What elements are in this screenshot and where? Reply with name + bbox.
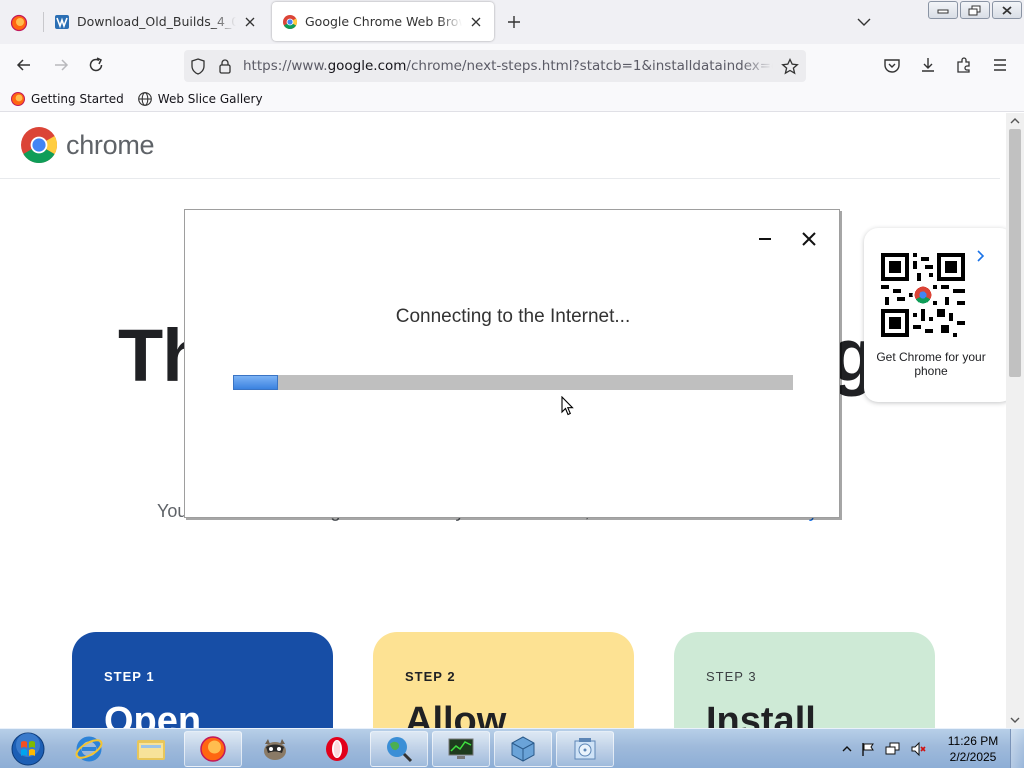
restore-window-button[interactable] xyxy=(960,1,990,19)
folder-icon xyxy=(137,740,165,760)
cube-icon xyxy=(511,736,535,762)
step-number: STEP 3 xyxy=(706,669,757,684)
tab-title: Download_Old_Builds_4_0 – OnWorks xyxy=(77,14,236,29)
shield-icon[interactable] xyxy=(190,58,206,75)
new-tab-icon[interactable] xyxy=(504,12,524,32)
step-card-2: STEP 2 Allow xyxy=(373,632,634,728)
header-divider xyxy=(0,178,1000,179)
bookmark-label: Getting Started xyxy=(31,91,124,106)
bookmark-label: Web Slice Gallery xyxy=(157,91,263,106)
taskbar-opera[interactable] xyxy=(308,731,366,767)
close-window-icon xyxy=(1002,5,1012,15)
logo-wordmark: chrome xyxy=(66,129,155,160)
taskbar-clock[interactable]: 11:26 PM 2/2/2025 xyxy=(940,733,1006,765)
minimize-icon xyxy=(937,9,949,14)
installer-icon xyxy=(574,738,596,760)
windows-taskbar: 11:26 PM 2/2/2025 xyxy=(0,728,1024,768)
progress-bar xyxy=(233,375,793,390)
chrome-logo-icon xyxy=(21,127,58,164)
mouse-cursor-icon xyxy=(561,396,574,416)
scrollbar-thumb[interactable] xyxy=(1009,129,1021,377)
tab-strip: Download_Old_Builds_4_0 – OnWorks Google… xyxy=(0,0,1024,44)
minimize-dialog-icon[interactable] xyxy=(757,230,773,246)
forward-icon[interactable] xyxy=(51,55,71,75)
step-number: STEP 1 xyxy=(104,669,155,684)
taskbar-system-monitor[interactable] xyxy=(432,731,490,767)
extensions-icon[interactable] xyxy=(954,55,974,75)
scroll-down-icon[interactable] xyxy=(1010,716,1020,724)
raccoon-icon xyxy=(264,739,286,760)
taskbar-installer[interactable] xyxy=(556,731,614,767)
progress-fill xyxy=(233,375,278,390)
globe-icon xyxy=(137,91,152,106)
chevron-right-icon[interactable] xyxy=(976,249,986,263)
downloads-icon[interactable] xyxy=(918,55,938,75)
clock-date: 2/2/2025 xyxy=(949,750,997,764)
monitor-chart-icon xyxy=(448,738,474,759)
taskbar-file-explorer[interactable] xyxy=(122,731,180,767)
step-card-3: STEP 3 Install xyxy=(674,632,935,728)
network-icon[interactable] xyxy=(884,741,902,757)
close-tab-icon[interactable] xyxy=(468,14,484,30)
opera-icon xyxy=(326,737,348,761)
globe-magnifier-icon xyxy=(387,737,413,763)
url-path: /chrome/next-steps.html?statcb=1&install… xyxy=(406,58,773,74)
start-button-icon[interactable] xyxy=(4,729,48,768)
taskbar-firefox[interactable] xyxy=(184,731,242,767)
step-title: Install xyxy=(706,700,816,728)
system-tray xyxy=(842,729,928,768)
list-all-tabs-icon[interactable] xyxy=(856,14,872,30)
installer-dialog: Connecting to the Internet... xyxy=(184,209,840,518)
url-host: google.com xyxy=(327,58,407,74)
bookmark-star-icon[interactable] xyxy=(781,58,799,75)
reload-icon[interactable] xyxy=(86,55,106,75)
close-window-button[interactable] xyxy=(992,1,1022,19)
firefox-menu-icon[interactable] xyxy=(8,12,30,34)
taskbar-network-globe[interactable] xyxy=(370,731,428,767)
volume-muted-icon[interactable] xyxy=(910,741,928,757)
pocket-icon[interactable] xyxy=(882,55,902,75)
clock-time: 11:26 PM xyxy=(947,734,999,748)
scroll-up-icon[interactable] xyxy=(1010,117,1020,125)
step-title: Open xyxy=(104,700,202,728)
close-tab-icon[interactable] xyxy=(242,14,258,30)
tab-title: Google Chrome Web Browser - Download xyxy=(305,14,462,29)
taskbar-raccoon-app[interactable] xyxy=(246,731,304,767)
app-menu-icon[interactable] xyxy=(990,55,1010,75)
back-icon[interactable] xyxy=(14,55,34,75)
navigation-toolbar: https://www.google.com/chrome/next-steps… xyxy=(0,44,1024,86)
show-desktop-button[interactable] xyxy=(1010,729,1024,768)
status-message: Connecting to the Internet... xyxy=(395,306,631,327)
step-title: Allow xyxy=(405,700,507,728)
bookmark-web-slice-gallery[interactable]: Web Slice Gallery xyxy=(137,91,263,107)
chrome-logo[interactable]: chrome xyxy=(20,126,155,164)
qr-label: Get Chrome for your phone xyxy=(876,350,986,378)
qr-code-icon xyxy=(881,253,965,337)
qr-card[interactable]: Get Chrome for your phone xyxy=(864,228,1006,402)
step-number: STEP 2 xyxy=(405,669,456,684)
action-center-flag-icon[interactable] xyxy=(860,741,876,757)
lock-icon[interactable] xyxy=(218,58,232,74)
url-prefix: https://www. xyxy=(243,58,328,74)
close-dialog-icon[interactable] xyxy=(801,231,817,247)
show-hidden-icons-icon[interactable] xyxy=(842,745,852,753)
firefox-icon xyxy=(200,736,226,762)
firefox-icon xyxy=(11,91,25,106)
onworks-favicon-icon xyxy=(55,14,69,29)
tab-chrome-download[interactable]: Google Chrome Web Browser - Download xyxy=(272,2,494,41)
page-scrollbar[interactable] xyxy=(1006,113,1024,728)
url-bar[interactable]: https://www.google.com/chrome/next-steps… xyxy=(184,50,806,82)
taskbar-internet-explorer[interactable] xyxy=(60,731,118,767)
taskbar-virtualbox[interactable] xyxy=(494,731,552,767)
url-text[interactable]: https://www.google.com/chrome/next-steps… xyxy=(243,58,773,74)
restore-icon xyxy=(968,5,981,15)
chrome-favicon-icon xyxy=(283,14,297,29)
tab-onworks[interactable]: Download_Old_Builds_4_0 – OnWorks xyxy=(44,2,268,41)
bookmark-getting-started[interactable]: Getting Started xyxy=(10,91,124,107)
bookmarks-toolbar: Getting Started Web Slice Gallery xyxy=(0,86,1024,112)
window-controls xyxy=(928,1,1022,19)
step-card-1: STEP 1 Open xyxy=(72,632,333,728)
internet-explorer-icon xyxy=(75,736,103,762)
minimize-window-button[interactable] xyxy=(928,1,958,19)
